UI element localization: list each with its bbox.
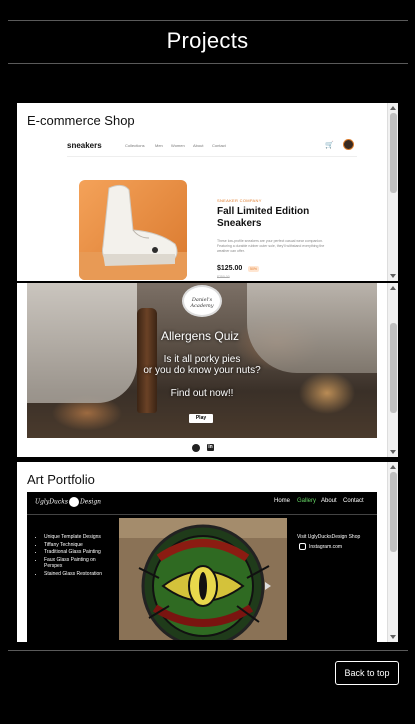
art-logo-left: UglyDucks xyxy=(35,498,68,506)
stained-glass-eye xyxy=(119,518,287,640)
scroll-down-arrow-icon[interactable] xyxy=(390,635,396,639)
linkedin-icon[interactable]: in xyxy=(207,444,214,451)
chef-figure xyxy=(27,283,137,403)
back-to-top-button[interactable]: Back to top xyxy=(335,661,399,685)
github-icon[interactable] xyxy=(192,444,200,452)
project-card-ecommerce[interactable]: E-commerce Shop sneakers Collections Men… xyxy=(17,103,398,281)
play-button[interactable]: Play xyxy=(189,414,213,423)
project-card-quiz[interactable]: Daniel's Academy Allergens Quiz Is it al… xyxy=(17,283,398,457)
title-divider xyxy=(8,63,408,64)
social-icons: in xyxy=(17,444,387,454)
bottom-divider xyxy=(8,650,408,651)
company-label: SNEAKER COMPANY xyxy=(217,198,262,203)
quiz-cta-text: Find out now!! xyxy=(170,388,234,399)
page-title: Projects xyxy=(166,28,249,53)
duck-logo-icon xyxy=(68,497,79,507)
discount-badge: 50% xyxy=(248,266,260,272)
stained-glass-image xyxy=(119,518,287,640)
list-item: Tiffany Technique xyxy=(44,542,112,549)
sneaker-illustration xyxy=(79,184,187,280)
project-card-art[interactable]: Art Portfolio UglyDucks Design Home Galle… xyxy=(17,462,398,642)
list-item: Traditional Glass Painting xyxy=(44,549,112,556)
product-description: These low-profile sneakers are your perf… xyxy=(217,239,325,253)
scroll-up-arrow-icon[interactable] xyxy=(390,106,396,110)
scrollbar-thumb[interactable] xyxy=(390,323,397,413)
art-nav-about: About xyxy=(321,498,337,504)
sneakers-logo: sneakers xyxy=(67,141,102,150)
quiz-logo: Daniel's Academy xyxy=(182,285,222,317)
preview-nav-link: Women xyxy=(171,143,185,148)
product-price: $125.00 xyxy=(217,265,243,272)
list-item: Unique Template Designs xyxy=(44,534,112,541)
art-nav-contact: Contact xyxy=(343,498,364,504)
art-logo: UglyDucks Design xyxy=(35,497,101,507)
preview-nav-link: Men xyxy=(155,143,163,148)
art-nav-divider xyxy=(27,514,377,515)
art-services-list: Unique Template Designs Tiffany Techniqu… xyxy=(37,534,112,578)
card-scrollbar[interactable] xyxy=(387,462,398,642)
top-divider xyxy=(8,20,408,21)
scroll-up-arrow-icon[interactable] xyxy=(390,286,396,290)
scroll-up-arrow-icon[interactable] xyxy=(390,465,396,469)
product-title: Fall Limited Edition Sneakers xyxy=(217,206,310,229)
shop-link: Visit UglyDucksDesign Shop xyxy=(297,534,361,540)
scrollbar-thumb[interactable] xyxy=(390,472,397,552)
avatar xyxy=(343,139,354,150)
old-price: $250.00 xyxy=(217,275,230,279)
quiz-tagline: Is it all porky pies xyxy=(163,354,241,365)
quiz-heading: Allergens Quiz xyxy=(161,329,240,343)
instagram-link: Instagram.com xyxy=(309,544,343,550)
card-scrollbar[interactable] xyxy=(387,283,398,457)
card-scrollbar[interactable] xyxy=(387,103,398,281)
sneaker-image xyxy=(79,180,187,280)
list-item: Stained Glass Restoration xyxy=(44,571,112,578)
preview-navbar: sneakers Collections Men Women About Con… xyxy=(67,139,357,157)
quiz-background-photo: Daniel's Academy Allergens Quiz Is it al… xyxy=(27,283,377,438)
scroll-down-arrow-icon[interactable] xyxy=(390,274,396,278)
scroll-down-arrow-icon[interactable] xyxy=(390,450,396,454)
art-preview: UglyDucks Design Home Gallery About Conta… xyxy=(27,492,377,642)
project-title: Art Portfolio xyxy=(27,472,95,487)
art-logo-right: Design xyxy=(79,498,102,506)
scrollbar-thumb[interactable] xyxy=(390,113,397,193)
art-nav-gallery: Gallery xyxy=(297,498,317,504)
list-item: Faux Glass Painting on Perspex xyxy=(44,557,112,570)
quiz-tagline: or you do know your nuts? xyxy=(143,365,261,376)
preview-nav-link: About xyxy=(193,143,204,148)
cart-icon: 🛒 xyxy=(325,142,334,149)
preview-nav-link: Contact xyxy=(212,143,226,148)
project-title: E-commerce Shop xyxy=(27,113,135,128)
art-nav-home: Home xyxy=(274,498,291,504)
preview-nav-link: Collections xyxy=(125,143,145,148)
instagram-icon xyxy=(299,543,306,550)
